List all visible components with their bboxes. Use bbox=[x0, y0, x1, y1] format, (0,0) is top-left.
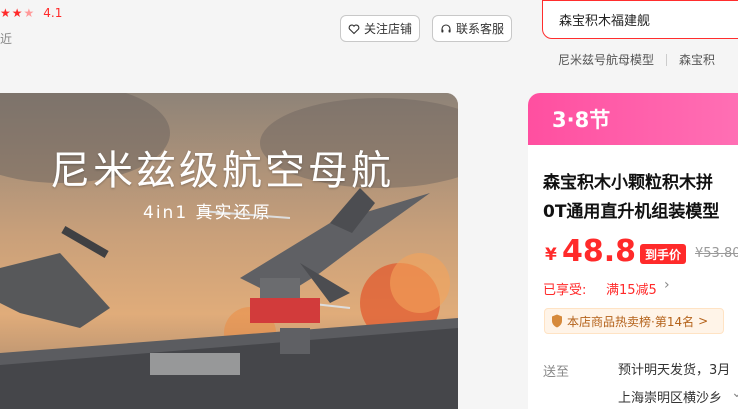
contact-service-label: 联系客服 bbox=[455, 22, 504, 36]
product-title-line2: 0T通用直升机组装模型 bbox=[543, 202, 720, 222]
shipping-address[interactable]: 上海崇明区横沙乡 bbox=[618, 387, 722, 406]
final-price-tag: 到手价 bbox=[640, 244, 686, 264]
hot-word-link[interactable]: 尼米兹号航母模型 bbox=[558, 51, 654, 68]
chevron-down-icon[interactable]: ⌄ bbox=[731, 385, 738, 401]
shop-sub-text: 近 bbox=[0, 32, 13, 46]
promo-label: 3·8节 bbox=[552, 108, 611, 132]
price-currency: ¥ bbox=[545, 245, 557, 265]
discount-label: 已享受: bbox=[543, 283, 587, 298]
hot-rank-badge[interactable]: 本店商品热卖榜·第14名 > bbox=[544, 308, 724, 334]
hot-search-words: 尼米兹号航母模型 森宝积 bbox=[558, 51, 715, 68]
follow-shop-button[interactable]: 关注店铺 bbox=[340, 15, 420, 42]
headset-icon bbox=[441, 23, 451, 32]
product-title-line1: 森宝积木小颗粒积木拼 bbox=[543, 173, 713, 193]
heart-icon bbox=[348, 24, 360, 34]
shipping-label: 送至 bbox=[543, 365, 570, 380]
divider bbox=[666, 53, 668, 66]
price-value: 48.8 bbox=[562, 234, 637, 269]
star-half-icon: ★ bbox=[23, 6, 35, 20]
hot-word-link[interactable]: 森宝积 bbox=[679, 51, 715, 68]
follow-shop-label: 关注店铺 bbox=[363, 22, 412, 36]
star-icon: ★ bbox=[11, 6, 23, 20]
image-subtitle: 4in1 真实还原 bbox=[143, 203, 272, 223]
star-icon: ★ bbox=[0, 6, 11, 20]
hot-rank-text: 本店商品热卖榜·第14名 bbox=[567, 314, 695, 329]
image-title: 尼米兹级航空母航 bbox=[50, 148, 394, 194]
original-price: ¥53.80 bbox=[695, 246, 738, 261]
rating-value: 4.1 bbox=[43, 6, 63, 20]
discount-value[interactable]: 满15减5 bbox=[606, 279, 657, 298]
shield-icon bbox=[552, 314, 562, 328]
contact-service-button[interactable]: 联系客服 bbox=[432, 15, 512, 42]
chevron-right-icon: > bbox=[698, 314, 709, 328]
shipping-estimate: 预计明天发货，3月 bbox=[618, 363, 731, 378]
chevron-right-icon[interactable]: › bbox=[664, 277, 670, 293]
search-input[interactable]: 森宝积木福建舰 bbox=[542, 0, 738, 39]
shop-rating: ★ ★ ★ 4.1 bbox=[0, 6, 62, 20]
